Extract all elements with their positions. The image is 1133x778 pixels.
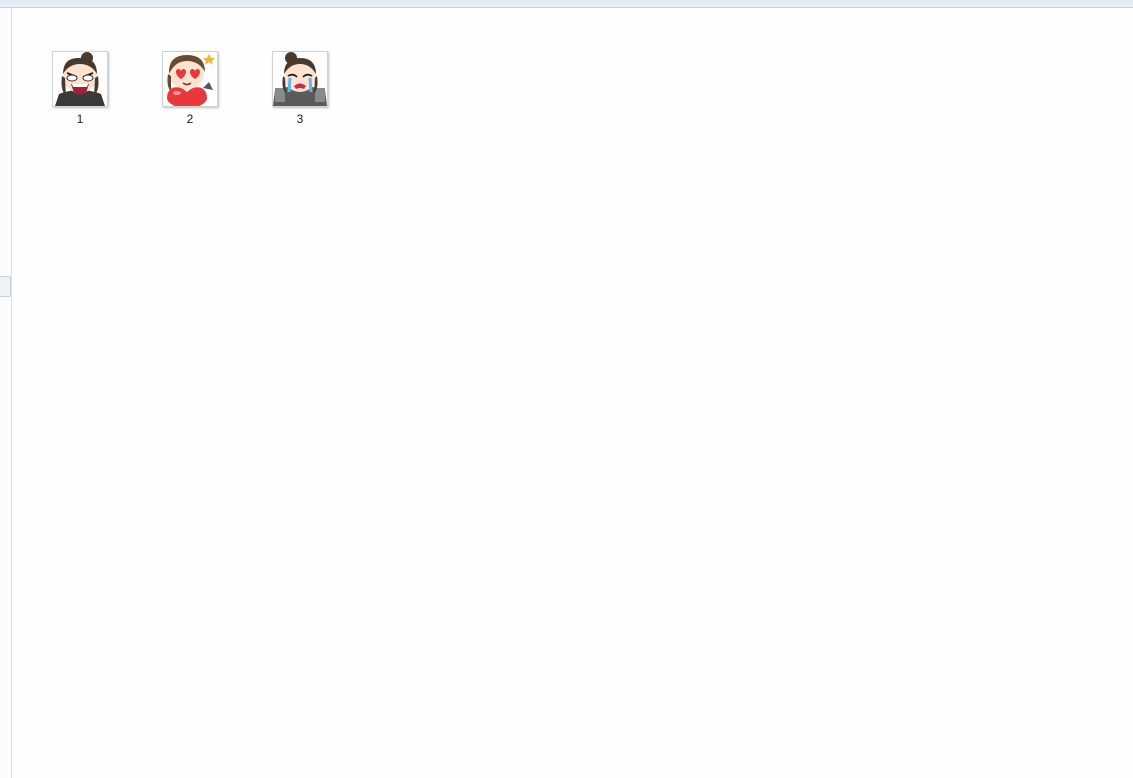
file-name: 3: [296, 112, 304, 126]
file-thumbnail: [52, 51, 108, 107]
navigation-pane: [0, 8, 12, 778]
file-name: 2: [186, 112, 194, 126]
toolbar-edge: [0, 0, 1133, 8]
angry-character-icon: [53, 52, 107, 106]
heart-eyes-character-icon: [163, 52, 217, 106]
file-item-2[interactable]: 2: [155, 51, 225, 131]
file-name: 1: [76, 112, 84, 126]
file-thumbnail: [272, 51, 328, 107]
pane-splitter-handle[interactable]: [0, 276, 11, 297]
explorer-window: 1 2 3: [0, 0, 1133, 778]
file-view: 1 2 3: [13, 9, 1133, 778]
file-item-1[interactable]: 1: [45, 51, 115, 131]
crying-character-icon: [273, 52, 327, 106]
file-thumbnail: [162, 51, 218, 107]
file-item-3[interactable]: 3: [265, 51, 335, 131]
